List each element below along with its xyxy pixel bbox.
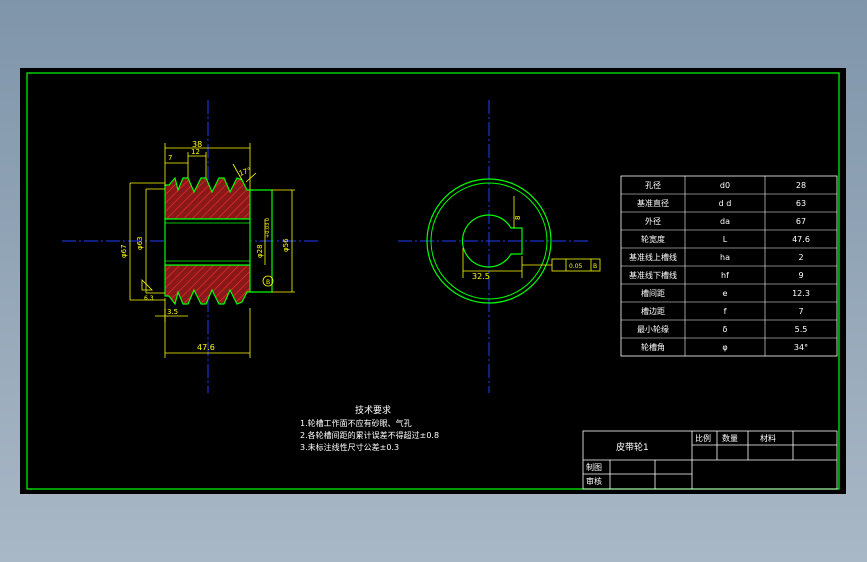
param-row: 槽间距 e 12.3 [621, 283, 837, 298]
param-value: 28 [796, 181, 806, 190]
param-symbol: e [723, 289, 728, 298]
tolerance-value: 0.05 [569, 263, 583, 270]
param-value: 9 [798, 271, 803, 280]
technical-notes: 技术要求 1.轮槽工作面不应有砂眼、气孔 2.各轮槽间距的累计误差不得超过±0.… [300, 404, 439, 452]
param-symbol: δ [723, 325, 728, 334]
datum-label: B [266, 279, 270, 286]
note-item-2: 2.各轮槽间距的累计误差不得超过±0.8 [300, 430, 439, 440]
dim-pitch-dia: φ63 [136, 236, 144, 250]
param-symbol: f [724, 307, 727, 316]
param-value: 12.3 [792, 289, 810, 298]
param-row: 基准直径 d d 63 [621, 193, 837, 208]
surface-roughness-mark: 6.3 [144, 295, 154, 302]
bore [164, 218, 251, 266]
param-symbol: da [720, 217, 730, 226]
dim-hub-dia: φ56 [282, 238, 290, 252]
dim-keyway-width: 8 [514, 216, 522, 220]
param-value: 2 [798, 253, 803, 262]
param-symbol: φ [722, 343, 727, 352]
param-name: 外径 [645, 216, 661, 226]
param-value: 47.6 [792, 235, 810, 244]
dim-keyway-depth: 32.5 [472, 272, 490, 281]
param-name: 轮槽角 [641, 342, 665, 352]
dim-bore-tol: +0.03 0 [265, 218, 271, 238]
param-row: 轮槽角 φ 34° [621, 337, 837, 352]
param-name: 轮宽度 [641, 234, 665, 244]
dim-bore-dia: φ28 [256, 244, 264, 258]
param-name: 槽边距 [641, 306, 665, 316]
note-item-1: 1.轮槽工作面不应有砂眼、气孔 [300, 418, 412, 428]
section-view: 38 7 12 17° φ67 φ63 φ28 +0.03 0 φ56 3.5 … [62, 100, 320, 393]
cad-canvas: 38 7 12 17° φ67 φ63 φ28 +0.03 0 φ56 3.5 … [26, 72, 840, 490]
param-row: 基准线上槽线 ha 2 [621, 247, 837, 262]
note-item-3: 3.未标注线性尺寸公差±0.3 [300, 442, 399, 452]
param-value: 5.5 [795, 325, 808, 334]
param-row: 外径 da 67 [621, 211, 837, 226]
section-bottom-hatch [164, 264, 251, 306]
param-value: 63 [796, 199, 806, 208]
dim-bottom-offset: 3.5 [167, 308, 178, 316]
drawn-label: 制图 [586, 462, 602, 472]
param-value: 34° [794, 343, 808, 352]
param-symbol: d0 [720, 181, 730, 190]
params-table: 孔径 d0 28基准直径 d d 63外径 da 67轮宽度 L 47.6基准线上槽线 ha 2基准… [620, 175, 838, 357]
param-name: 基准直径 [637, 198, 669, 208]
notes-title: 技术要求 [355, 404, 391, 416]
param-name: 孔径 [645, 180, 661, 190]
drawing-frame [26, 72, 840, 490]
scale-label: 比例 [695, 433, 711, 443]
dim-groove-pitch: 12 [191, 148, 200, 156]
tolerance-datum: B [593, 263, 597, 270]
dim-outer-dia: φ67 [120, 244, 128, 258]
param-row: 轮宽度 L 47.6 [621, 229, 837, 244]
dim-total-width: 47.6 [197, 343, 215, 352]
material-label: 材料 [760, 433, 776, 443]
param-row: 孔径 d0 28 [645, 180, 806, 190]
param-name: 槽间距 [641, 288, 665, 298]
param-symbol: hf [721, 271, 729, 280]
param-row: 基准线下槽线 hf 9 [621, 265, 837, 280]
drawing-sheet: 38 7 12 17° φ67 φ63 φ28 +0.03 0 φ56 3.5 … [20, 68, 846, 494]
param-name: 最小轮缘 [637, 324, 669, 334]
param-symbol: L [723, 235, 728, 244]
param-name: 基准线下槽线 [629, 270, 677, 280]
param-row: 最小轮缘 δ 5.5 [621, 319, 837, 334]
param-symbol: ha [720, 253, 730, 262]
param-value: 7 [798, 307, 803, 316]
param-row: 槽边距 f 7 [621, 301, 837, 316]
part-name: 皮带轮1 [616, 441, 649, 453]
section-top-hatch [164, 176, 251, 220]
param-symbol: d d [719, 199, 732, 208]
dim-groove-edge: 7 [168, 154, 172, 162]
param-name: 基准线上槽线 [629, 252, 677, 262]
end-view: 32.5 8 0.05 B [398, 100, 601, 393]
qty-label: 数量 [722, 433, 738, 443]
checked-label: 审核 [586, 476, 602, 486]
param-value: 67 [796, 217, 806, 226]
